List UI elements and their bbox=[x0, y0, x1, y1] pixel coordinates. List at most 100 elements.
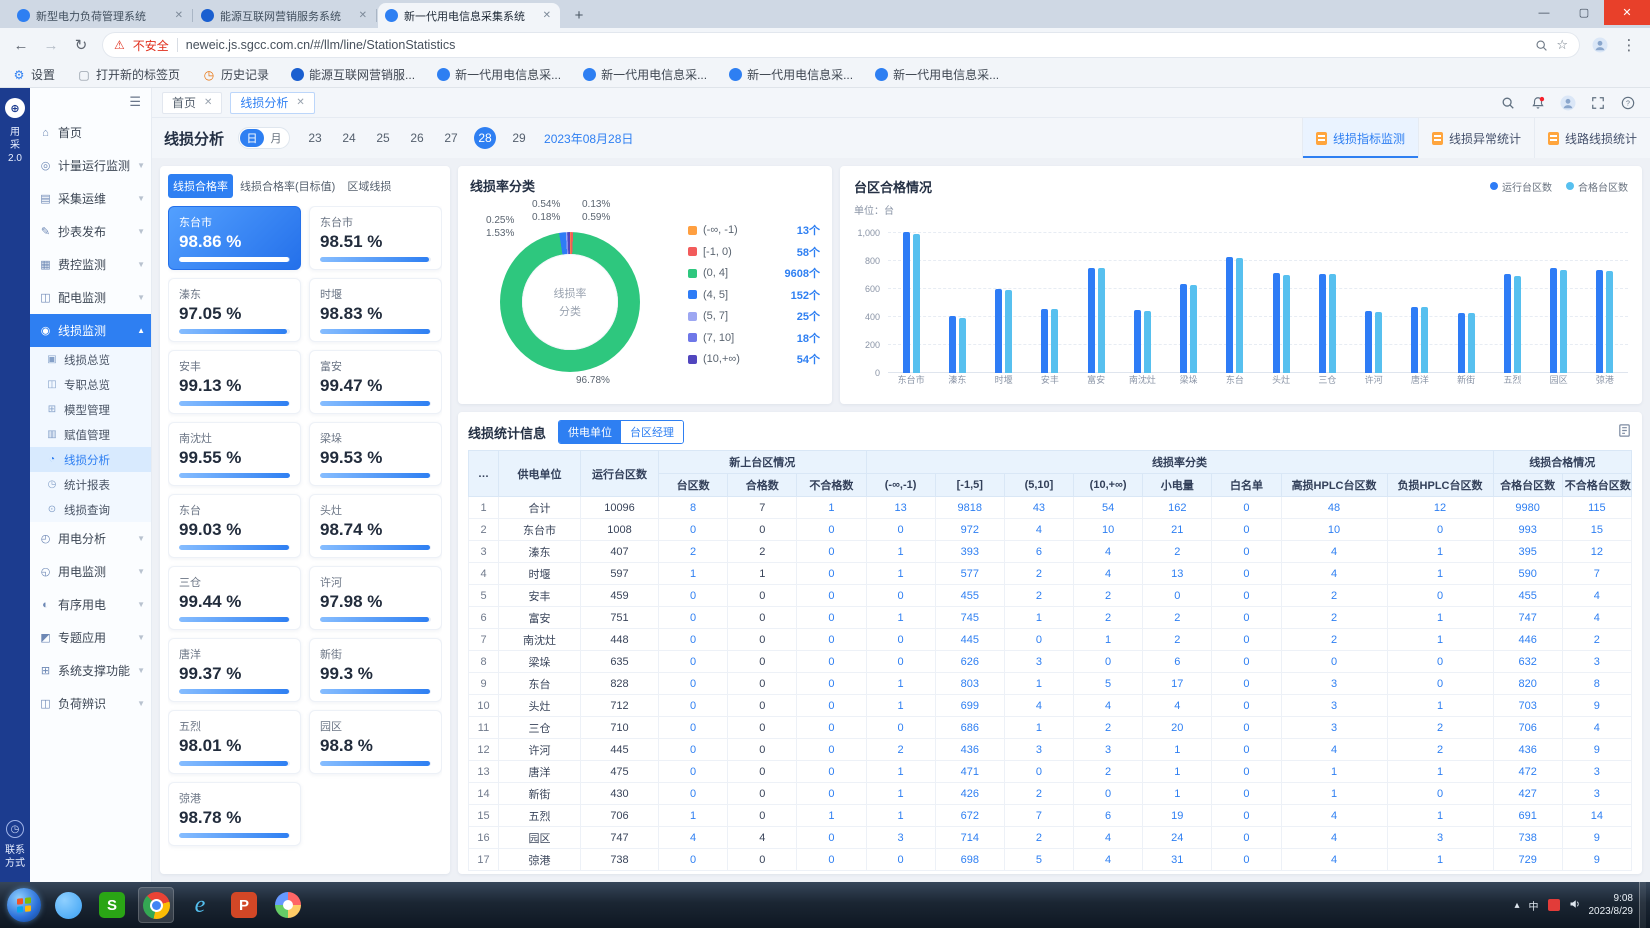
table-row[interactable]: 5安丰45900004552200204554 bbox=[469, 585, 1632, 607]
maximize-button[interactable]: ▢ bbox=[1564, 0, 1604, 25]
value-cell[interactable]: 0 bbox=[1212, 541, 1281, 563]
value-cell[interactable]: 455 bbox=[1493, 585, 1562, 607]
value-cell[interactable]: 3 bbox=[1281, 717, 1387, 739]
value-cell[interactable]: 1 bbox=[1387, 629, 1493, 651]
value-cell[interactable]: 2 bbox=[866, 739, 935, 761]
table-row[interactable]: 15五烈7061011672761904169114 bbox=[469, 805, 1632, 827]
value-cell[interactable]: 745 bbox=[935, 607, 1004, 629]
value-cell[interactable]: 0 bbox=[1212, 497, 1281, 519]
value-cell[interactable]: 0 bbox=[659, 783, 728, 805]
value-cell[interactable]: 2 bbox=[1004, 827, 1073, 849]
sidebar-subitem[interactable]: ◫专职总览 bbox=[30, 372, 151, 397]
start-button[interactable] bbox=[6, 887, 42, 923]
value-cell[interactable]: 4 bbox=[1281, 541, 1387, 563]
value-cell[interactable]: 3 bbox=[1281, 673, 1387, 695]
value-cell[interactable]: 0 bbox=[1212, 827, 1281, 849]
value-cell[interactable]: 0 bbox=[866, 585, 935, 607]
sidebar-item[interactable]: ⊞系统支撑功能▼ bbox=[30, 654, 151, 687]
value-cell[interactable]: 1 bbox=[1004, 717, 1073, 739]
value-cell[interactable]: 0 bbox=[659, 607, 728, 629]
value-cell[interactable]: 2 bbox=[1281, 607, 1387, 629]
tray-ime-icon[interactable]: 中 bbox=[1529, 898, 1539, 913]
value-cell[interactable]: 0 bbox=[1212, 651, 1281, 673]
value-cell[interactable]: 9 bbox=[1562, 849, 1631, 871]
value-cell[interactable]: 0 bbox=[1387, 585, 1493, 607]
tab-close-icon[interactable]: ✕ bbox=[541, 10, 553, 21]
value-cell[interactable]: 4 bbox=[1281, 827, 1387, 849]
value-cell[interactable]: 1 bbox=[1281, 761, 1387, 783]
bookmark-item[interactable]: 新一代用电信息采... bbox=[875, 66, 999, 83]
value-cell[interactable]: 4 bbox=[1562, 607, 1631, 629]
bell-icon[interactable] bbox=[1526, 91, 1550, 115]
value-cell[interactable]: 0 bbox=[866, 717, 935, 739]
rate-card[interactable]: 时堰98.83 % bbox=[309, 278, 442, 342]
value-cell[interactable]: 0 bbox=[797, 695, 866, 717]
value-cell[interactable]: 4 bbox=[1143, 695, 1212, 717]
value-cell[interactable]: 12 bbox=[1387, 497, 1493, 519]
value-cell[interactable]: 2 bbox=[1387, 717, 1493, 739]
tab-close-icon[interactable]: ✕ bbox=[296, 97, 304, 108]
sidebar-item[interactable]: ▦费控监测▼ bbox=[30, 248, 151, 281]
value-cell[interactable]: 0 bbox=[797, 651, 866, 673]
value-cell[interactable]: 0 bbox=[1387, 673, 1493, 695]
value-cell[interactable]: 9 bbox=[1562, 739, 1631, 761]
value-cell[interactable]: 0 bbox=[1212, 783, 1281, 805]
value-cell[interactable]: 0 bbox=[1212, 585, 1281, 607]
value-cell[interactable]: 729 bbox=[1493, 849, 1562, 871]
value-cell[interactable]: 393 bbox=[935, 541, 1004, 563]
sidebar-item[interactable]: ◎计量运行监测▼ bbox=[30, 149, 151, 182]
day-pill[interactable]: 23 bbox=[304, 127, 326, 149]
value-cell[interactable]: 427 bbox=[1493, 783, 1562, 805]
new-tab-button[interactable]: + bbox=[566, 5, 592, 25]
workspace-tab[interactable]: 线损分析✕ bbox=[230, 92, 314, 114]
rate-panel-tab[interactable]: 区域线损 bbox=[342, 174, 396, 198]
tab-close-icon[interactable]: ✕ bbox=[173, 10, 185, 21]
search-icon[interactable] bbox=[1496, 91, 1520, 115]
value-cell[interactable]: 3 bbox=[1281, 695, 1387, 717]
sidebar-item[interactable]: ◩专题应用▼ bbox=[30, 621, 151, 654]
value-cell[interactable]: 48 bbox=[1281, 497, 1387, 519]
help-icon[interactable]: ? bbox=[1616, 91, 1640, 115]
value-cell[interactable]: 0 bbox=[1212, 519, 1281, 541]
value-cell[interactable]: 6 bbox=[1004, 541, 1073, 563]
value-cell[interactable]: 3 bbox=[1562, 783, 1631, 805]
table-scope-option[interactable]: 台区经理 bbox=[621, 421, 683, 443]
sidebar-item[interactable]: ◫配电监测▼ bbox=[30, 281, 151, 314]
bookmark-item[interactable]: 新一代用电信息采... bbox=[583, 66, 707, 83]
value-cell[interactable]: 2 bbox=[1143, 629, 1212, 651]
bookmark-item[interactable]: 新一代用电信息采... bbox=[437, 66, 561, 83]
app-messenger[interactable] bbox=[50, 887, 86, 923]
value-cell[interactable]: 1 bbox=[659, 805, 728, 827]
value-cell[interactable]: 0 bbox=[659, 717, 728, 739]
day-pill[interactable]: 24 bbox=[338, 127, 360, 149]
value-cell[interactable]: 0 bbox=[1143, 585, 1212, 607]
table-row[interactable]: 14新街43000014262010104273 bbox=[469, 783, 1632, 805]
view-switch-button[interactable]: 线损异常统计 bbox=[1418, 118, 1534, 158]
user-icon[interactable] bbox=[1556, 91, 1580, 115]
value-cell[interactable]: 1 bbox=[866, 607, 935, 629]
value-cell[interactable]: 9980 bbox=[1493, 497, 1562, 519]
url-field[interactable]: ⚠ 不安全 neweic.js.sgcc.com.cn/#/llm/line/S… bbox=[102, 32, 1580, 58]
value-cell[interactable]: 4 bbox=[1074, 849, 1143, 871]
value-cell[interactable]: 0 bbox=[659, 761, 728, 783]
value-cell[interactable]: 1 bbox=[866, 541, 935, 563]
rate-card[interactable]: 梁垛99.53 % bbox=[309, 422, 442, 486]
value-cell[interactable]: 162 bbox=[1143, 497, 1212, 519]
rate-card[interactable]: 东台市98.51 % bbox=[309, 206, 442, 270]
rate-card[interactable]: 头灶98.74 % bbox=[309, 494, 442, 558]
rate-card[interactable]: 东台市98.86 % bbox=[168, 206, 301, 270]
value-cell[interactable]: 0 bbox=[1212, 563, 1281, 585]
value-cell[interactable]: 4 bbox=[1074, 563, 1143, 585]
app-ie[interactable]: e bbox=[182, 887, 218, 923]
value-cell[interactable]: 1 bbox=[866, 673, 935, 695]
value-cell[interactable]: 426 bbox=[935, 783, 1004, 805]
value-cell[interactable]: 0 bbox=[797, 607, 866, 629]
value-cell[interactable]: 706 bbox=[1493, 717, 1562, 739]
value-cell[interactable]: 0 bbox=[1212, 629, 1281, 651]
value-cell[interactable]: 0 bbox=[1212, 805, 1281, 827]
value-cell[interactable]: 0 bbox=[797, 827, 866, 849]
value-cell[interactable]: 803 bbox=[935, 673, 1004, 695]
value-cell[interactable]: 31 bbox=[1143, 849, 1212, 871]
value-cell[interactable]: 455 bbox=[935, 585, 1004, 607]
browser-tab[interactable]: 能源互联网营销服务系统✕ bbox=[194, 3, 376, 28]
